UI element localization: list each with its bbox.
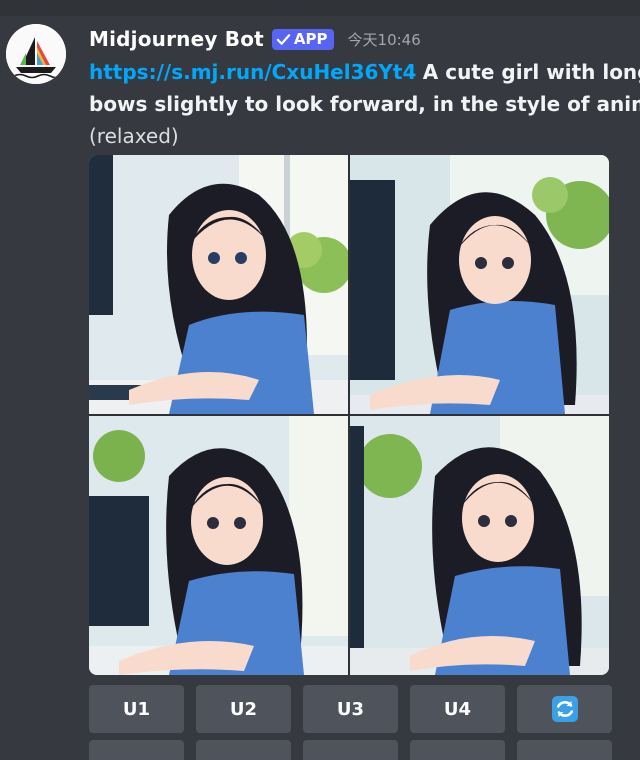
reroll-button[interactable] xyxy=(517,685,612,733)
prompt-text-line1: A cute girl with long b xyxy=(422,60,640,84)
image-tile-1[interactable] xyxy=(89,155,348,414)
message-header: Midjourney Bot APP 今天10:46 xyxy=(89,24,421,54)
app-badge: APP xyxy=(271,28,334,50)
extra-button[interactable] xyxy=(517,740,612,760)
timestamp[interactable]: 今天10:46 xyxy=(348,29,421,50)
app-badge-label: APP xyxy=(293,30,328,48)
author-name[interactable]: Midjourney Bot xyxy=(89,27,264,51)
v3-button[interactable] xyxy=(303,740,398,760)
mode-label: (relaxed) xyxy=(89,124,179,148)
image-tile-3[interactable] xyxy=(89,416,348,675)
variation-button-row xyxy=(89,740,612,760)
prompt-link[interactable]: https://s.mj.run/CxuHel36Yt4 xyxy=(89,60,416,84)
image-tile-4[interactable] xyxy=(350,416,609,675)
avatar[interactable] xyxy=(6,24,66,84)
u1-button[interactable]: U1 xyxy=(89,685,184,733)
u3-button[interactable]: U3 xyxy=(303,685,398,733)
message-content: https://s.mj.run/CxuHel36Yt4 A cute girl… xyxy=(89,56,640,152)
image-grid[interactable] xyxy=(89,155,609,675)
v4-button[interactable] xyxy=(410,740,505,760)
top-strip xyxy=(0,0,640,16)
sailboat-logo-icon xyxy=(6,24,66,84)
prompt-text-line2: bows slightly to look forward, in the st… xyxy=(89,92,640,116)
v2-button[interactable] xyxy=(196,740,291,760)
check-icon xyxy=(276,33,291,45)
u2-button[interactable]: U2 xyxy=(196,685,291,733)
image-tile-2[interactable] xyxy=(350,155,609,414)
refresh-icon xyxy=(551,696,578,722)
u4-button[interactable]: U4 xyxy=(410,685,505,733)
upscale-button-row: U1 U2 U3 U4 xyxy=(89,685,612,733)
v1-button[interactable] xyxy=(89,740,184,760)
